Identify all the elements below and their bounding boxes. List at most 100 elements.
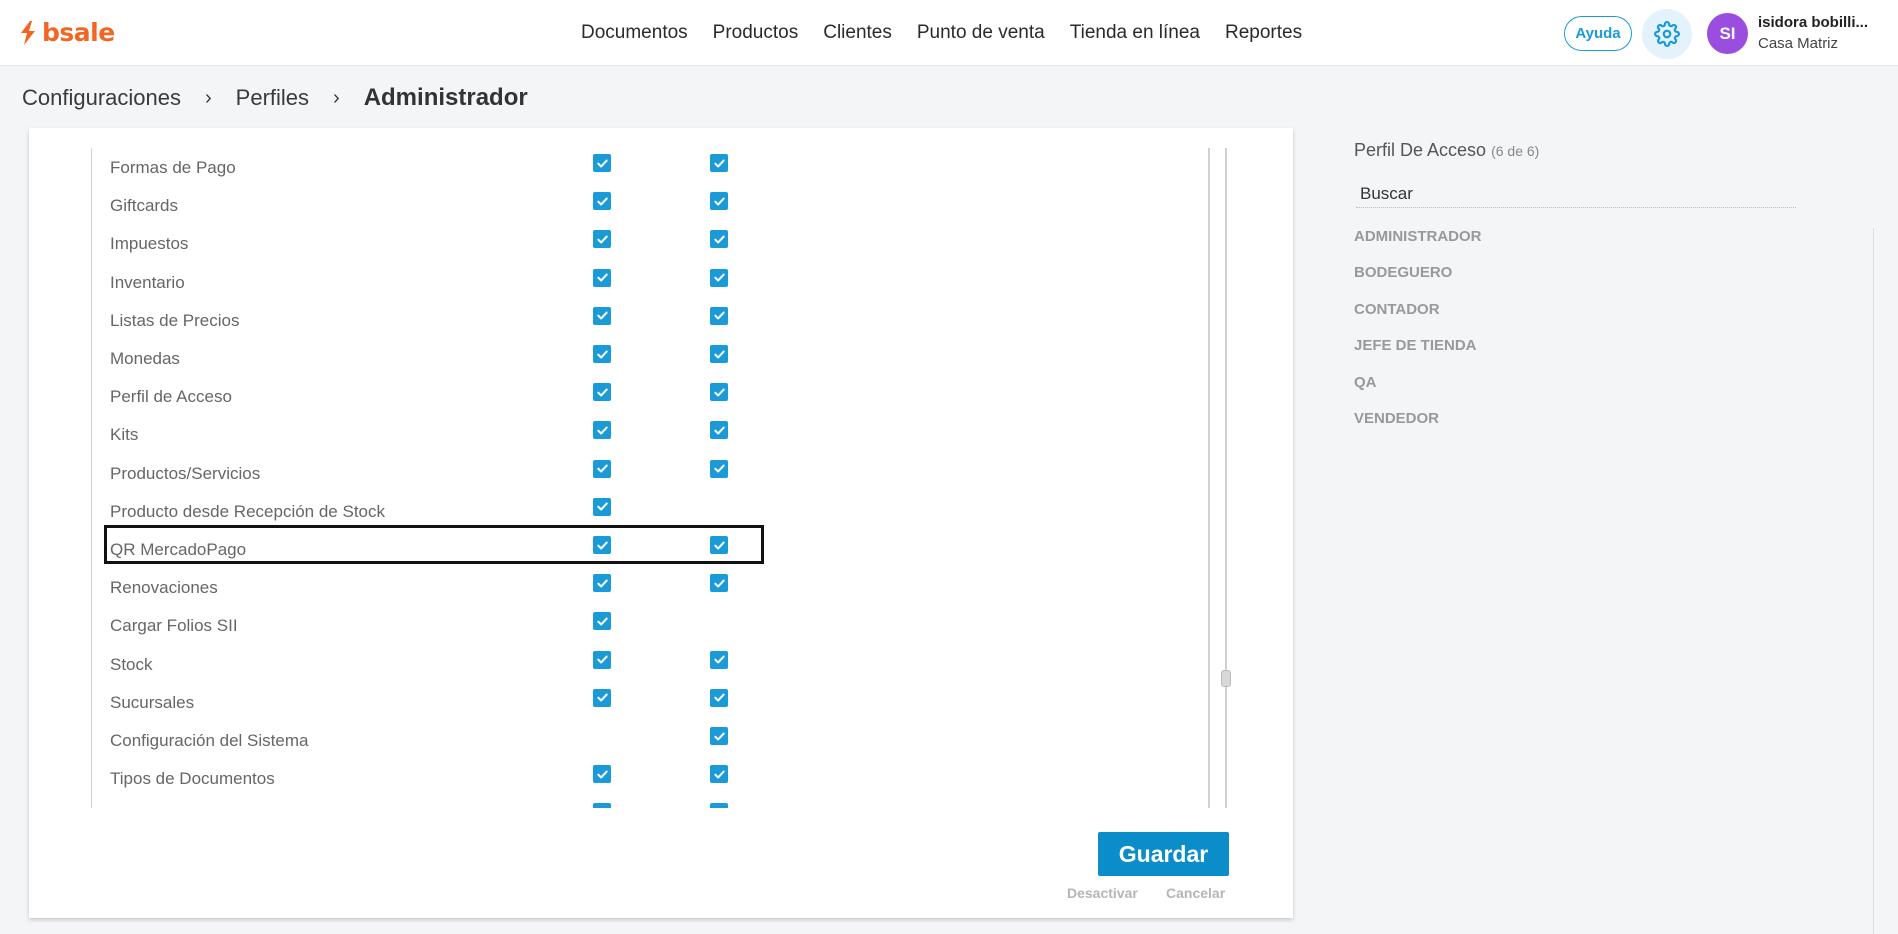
permission-checkbox-col1[interactable] xyxy=(593,345,611,363)
checkmark-icon xyxy=(596,159,608,167)
permission-checkbox-col2[interactable] xyxy=(710,727,728,745)
permission-checkbox-col1[interactable] xyxy=(593,306,611,325)
permission-row: Cargar Folios SII xyxy=(92,606,1239,644)
settings-button[interactable] xyxy=(1642,9,1692,59)
permission-label: Formas de Pago xyxy=(110,158,236,177)
permission-label: Tipos de Documentos xyxy=(110,769,275,789)
deactivate-link[interactable]: Desactivar xyxy=(1067,885,1138,901)
permissions-table[interactable]: Formas de Pago Giftcards Impuestos Inventar… xyxy=(91,148,1239,808)
user-avatar[interactable]: SI xyxy=(1707,13,1748,54)
checkmark-icon xyxy=(713,159,725,167)
permission-checkbox-col1[interactable] xyxy=(593,268,611,287)
permission-checkbox-col2[interactable] xyxy=(710,803,728,808)
permission-checkbox-col1[interactable] xyxy=(593,230,611,249)
logo-text: bsale xyxy=(42,18,115,47)
permission-checkbox-col2[interactable] xyxy=(710,650,728,669)
breadcrumb-perfiles[interactable]: Perfiles xyxy=(236,85,309,111)
permission-checkbox-col2[interactable] xyxy=(710,536,728,554)
profile-item-jefe-de-tienda[interactable]: JEFE DE TIENDA xyxy=(1354,337,1482,373)
permission-checkbox-col1[interactable] xyxy=(593,421,611,440)
bsale-logo[interactable]: bsale xyxy=(18,18,115,47)
profile-item-administrador[interactable]: ADMINISTRADOR xyxy=(1354,228,1482,264)
checkmark-icon xyxy=(596,273,608,282)
permission-checkbox-col1[interactable] xyxy=(593,765,611,784)
save-button[interactable]: Guardar xyxy=(1098,832,1229,876)
permission-checkbox-col1[interactable] xyxy=(593,688,611,707)
permission-label: Monedas xyxy=(110,349,180,368)
permission-checkbox-col1[interactable] xyxy=(593,154,611,172)
permission-checkbox-col2[interactable] xyxy=(710,765,728,784)
permission-row: Producto desde Recepción de Stock xyxy=(92,492,1239,530)
permission-row: Configuración del Sistema xyxy=(92,721,1239,759)
checkmark-icon xyxy=(713,273,725,282)
checkmark-icon xyxy=(596,502,608,511)
permission-checkbox-col1[interactable] xyxy=(593,574,611,593)
permission-checkbox-col2[interactable] xyxy=(710,154,728,172)
permission-label: Kits xyxy=(110,425,139,445)
profile-item-qa[interactable]: QA xyxy=(1354,374,1482,410)
nav-item-clientes[interactable]: Clientes xyxy=(823,22,892,44)
profile-item-contador[interactable]: CONTADOR xyxy=(1354,301,1482,337)
profiles-panel-title: Perfil De Acceso (6 de 6) xyxy=(1354,140,1539,161)
permission-row: Inventario xyxy=(92,263,1239,301)
permission-checkbox-col1[interactable] xyxy=(593,536,611,554)
cancel-link[interactable]: Cancelar xyxy=(1166,885,1225,901)
breadcrumb: Configuraciones › Perfiles › Administrad… xyxy=(22,84,528,112)
table-scrollbar-track[interactable] xyxy=(1225,148,1227,808)
permission-checkbox-col2[interactable] xyxy=(710,421,728,440)
checkmark-icon xyxy=(596,579,608,588)
permission-checkbox-col2[interactable] xyxy=(710,192,728,211)
permission-row: Listas de Precios xyxy=(92,301,1239,339)
permission-checkbox-col2[interactable] xyxy=(710,268,728,287)
permission-label: Perfil de Acceso xyxy=(110,387,232,407)
permission-checkbox-col2[interactable] xyxy=(710,459,728,478)
page-title: Administrador xyxy=(363,84,528,111)
profiles-search-input[interactable] xyxy=(1356,180,1796,208)
permission-checkbox-col2[interactable] xyxy=(710,306,728,325)
checkmark-icon xyxy=(596,197,608,206)
checkmark-icon xyxy=(596,617,608,626)
checkmark-icon xyxy=(713,426,725,435)
checkmark-icon xyxy=(596,311,608,320)
permission-label: Renovaciones xyxy=(110,578,218,598)
user-name[interactable]: isidora bobilli... xyxy=(1758,14,1868,31)
permission-row: Renovaciones xyxy=(92,568,1239,606)
breadcrumb-separator: › xyxy=(333,86,340,109)
nav-item-punto-de-venta[interactable]: Punto de venta xyxy=(917,22,1045,44)
breadcrumb-configuraciones[interactable]: Configuraciones xyxy=(22,85,181,111)
nav-item-reportes[interactable]: Reportes xyxy=(1225,22,1302,44)
user-branch: Casa Matriz xyxy=(1758,35,1839,52)
help-button[interactable]: Ayuda xyxy=(1564,16,1632,51)
permission-checkbox-col2[interactable] xyxy=(710,230,728,249)
checkmark-icon xyxy=(713,311,725,320)
sidebar-scrollbar[interactable] xyxy=(1873,228,1874,934)
permission-checkbox-col2[interactable] xyxy=(710,688,728,707)
permission-row: Impuestos xyxy=(92,224,1239,262)
permission-label: Inventario xyxy=(110,272,185,292)
checkmark-icon xyxy=(596,693,608,702)
checkmark-icon xyxy=(713,655,725,664)
profile-item-vendedor[interactable]: VENDEDOR xyxy=(1354,410,1482,446)
top-navigation-bar: bsale Documentos Productos Clientes Punto d… xyxy=(0,0,1898,66)
nav-item-documentos[interactable]: Documentos xyxy=(581,22,688,44)
checkmark-icon xyxy=(596,806,609,808)
permission-row xyxy=(92,797,1239,808)
permission-checkbox-col1[interactable] xyxy=(593,383,611,402)
checkmark-icon xyxy=(713,541,725,549)
permission-checkbox-col1[interactable] xyxy=(593,192,611,211)
permission-checkbox-col1[interactable] xyxy=(593,459,611,478)
profile-item-bodeguero[interactable]: BODEGUERO xyxy=(1354,264,1482,300)
nav-item-productos[interactable]: Productos xyxy=(713,22,799,44)
permission-checkbox-col1[interactable] xyxy=(593,497,611,516)
permission-checkbox-col1[interactable] xyxy=(593,612,611,631)
table-scrollbar-thumb[interactable] xyxy=(1221,670,1231,687)
permission-checkbox-col2[interactable] xyxy=(710,574,728,593)
permission-checkbox-col1[interactable] xyxy=(593,803,611,808)
permission-checkbox-col2[interactable] xyxy=(710,383,728,402)
permission-row: Giftcards xyxy=(92,186,1239,224)
permission-checkbox-col2[interactable] xyxy=(710,345,728,363)
permission-checkbox-col1[interactable] xyxy=(593,650,611,669)
checkmark-icon xyxy=(596,541,608,549)
permission-label: Listas de Precios xyxy=(110,310,240,330)
nav-item-tienda-en-l-nea[interactable]: Tienda en línea xyxy=(1070,22,1200,44)
